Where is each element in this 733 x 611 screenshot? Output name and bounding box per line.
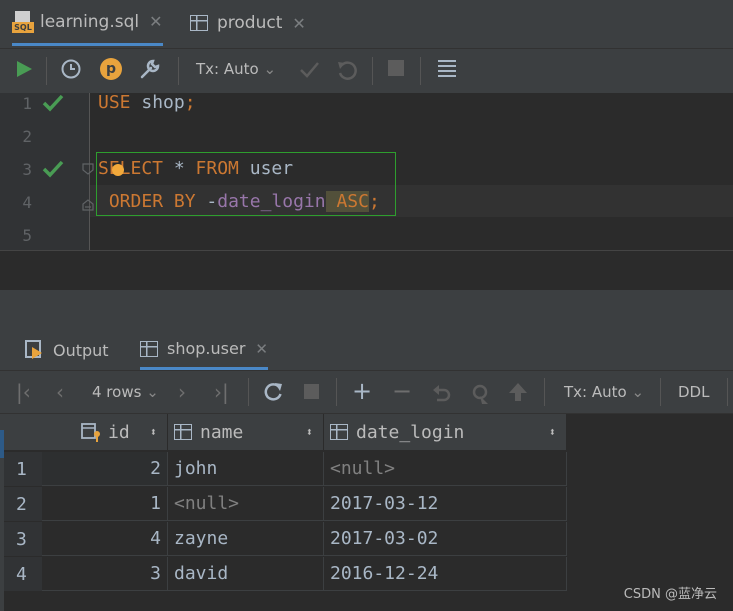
first-page-icon[interactable]: |‹: [16, 380, 31, 404]
profile-icon[interactable]: p: [100, 58, 122, 80]
revert-icon[interactable]: [430, 382, 452, 404]
add-row-icon[interactable]: +: [352, 377, 372, 405]
table-icon: [140, 340, 158, 357]
close-icon[interactable]: ✕: [255, 340, 268, 358]
cell-date-login[interactable]: 2017-03-02: [324, 522, 567, 556]
tab-learning-sql[interactable]: SQL learning.sql ✕: [12, 0, 163, 46]
cell-id[interactable]: 2: [42, 452, 168, 486]
sort-icon[interactable]: ⬍: [150, 425, 157, 439]
sort-icon[interactable]: ⬍: [306, 425, 313, 439]
grid-corner: [4, 414, 42, 450]
cell-date-login[interactable]: <null>: [324, 452, 567, 486]
divider: [178, 57, 179, 85]
cell-name[interactable]: david: [168, 557, 324, 591]
cell-date-login[interactable]: 2016-12-24: [324, 557, 567, 591]
line-number: 4: [22, 193, 32, 212]
fold-icon[interactable]: [82, 162, 94, 212]
tab-product[interactable]: product ✕: [190, 0, 306, 46]
tab-label: learning.sql: [40, 11, 140, 32]
sort-icon[interactable]: ⬍: [549, 425, 556, 439]
line-number: 5: [22, 226, 32, 245]
divider: [336, 378, 337, 406]
column-name: name: [200, 421, 244, 443]
identifier: shop: [130, 92, 185, 113]
tx-mode-dropdown[interactable]: Tx: Auto ⌄: [564, 383, 644, 401]
preview-icon[interactable]: [468, 382, 492, 404]
column-header-id[interactable]: id ⬍: [42, 414, 168, 450]
divider: [727, 378, 728, 406]
cell-id[interactable]: 4: [42, 522, 168, 556]
refresh-icon[interactable]: [262, 381, 284, 403]
cell-id[interactable]: 3: [42, 557, 168, 591]
column-icon: [330, 424, 348, 440]
services-tab-bar: [0, 330, 733, 371]
output-icon: [25, 340, 42, 359]
tx-mode-label: Tx: Auto: [564, 383, 627, 401]
line-number: 3: [22, 160, 32, 179]
output-format-icon[interactable]: [436, 58, 458, 80]
chevron-down-icon: ⌄: [146, 383, 159, 401]
column-name: date_login: [356, 421, 465, 443]
submit-icon[interactable]: [508, 381, 528, 403]
divider: [660, 378, 661, 406]
table-icon: [190, 15, 208, 31]
cell-date-login[interactable]: 2017-03-12: [324, 487, 567, 521]
last-page-icon[interactable]: ›|: [214, 380, 229, 404]
row-number[interactable]: 2: [4, 487, 42, 521]
history-icon[interactable]: [60, 58, 82, 80]
commit-icon[interactable]: [298, 58, 320, 80]
tx-mode-label: Tx: Auto: [196, 60, 259, 78]
divider: [544, 378, 545, 406]
close-icon[interactable]: ✕: [149, 12, 162, 31]
row-count-label: 4 rows: [92, 383, 142, 401]
ddl-button[interactable]: DDL: [678, 383, 709, 401]
close-icon[interactable]: ✕: [292, 14, 305, 33]
line-number: 1: [22, 94, 32, 113]
divider: [372, 57, 373, 85]
statement-highlight-box: [96, 152, 396, 216]
tx-mode-dropdown[interactable]: Tx: Auto ⌄: [196, 60, 276, 78]
column-header-name[interactable]: name ⬍: [168, 414, 324, 450]
lightbulb-icon[interactable]: [112, 164, 124, 176]
check-icon: [42, 94, 64, 112]
cell-id[interactable]: 1: [42, 487, 168, 521]
divider: [420, 57, 421, 85]
panel-divider: [0, 290, 733, 330]
column-icon: [174, 424, 192, 440]
watermark: CSDN @蓝净云: [623, 587, 717, 602]
run-icon[interactable]: [14, 59, 34, 79]
previous-page-icon[interactable]: ‹: [56, 380, 64, 404]
stop-icon[interactable]: [304, 384, 319, 399]
next-page-icon[interactable]: ›: [178, 380, 186, 404]
tab-label: product: [217, 13, 283, 33]
rollback-icon[interactable]: [335, 57, 359, 81]
sql-file-icon: SQL: [12, 10, 34, 33]
line-number: 2: [22, 127, 32, 146]
cell-name[interactable]: <null>: [168, 487, 324, 521]
tab-output[interactable]: Output: [24, 330, 109, 370]
column-name: id: [108, 421, 130, 443]
primary-key-icon: [81, 423, 100, 442]
tab-label: Output: [53, 340, 109, 360]
semicolon: ;: [184, 92, 196, 113]
row-number[interactable]: 1: [4, 452, 42, 486]
chevron-down-icon: ⌄: [631, 383, 645, 401]
tab-label: shop.user: [167, 339, 246, 358]
stop-icon[interactable]: [388, 60, 404, 76]
code-line-1: USE shop;: [98, 92, 196, 113]
delete-row-icon[interactable]: −: [392, 377, 412, 405]
divider: [46, 57, 47, 85]
cell-name[interactable]: zayne: [168, 522, 324, 556]
cell-name[interactable]: john: [168, 452, 324, 486]
row-number[interactable]: 4: [4, 557, 42, 591]
check-icon: [42, 160, 64, 178]
column-header-date-login[interactable]: date_login ⬍: [324, 414, 567, 450]
row-number[interactable]: 3: [4, 522, 42, 556]
wrench-icon[interactable]: [138, 57, 162, 81]
tab-shop-user[interactable]: shop.user ✕: [140, 330, 268, 370]
row-count-dropdown[interactable]: 4 rows ⌄: [92, 383, 159, 401]
keyword: USE: [98, 92, 131, 113]
divider: [248, 378, 249, 406]
chevron-down-icon: ⌄: [263, 60, 277, 78]
